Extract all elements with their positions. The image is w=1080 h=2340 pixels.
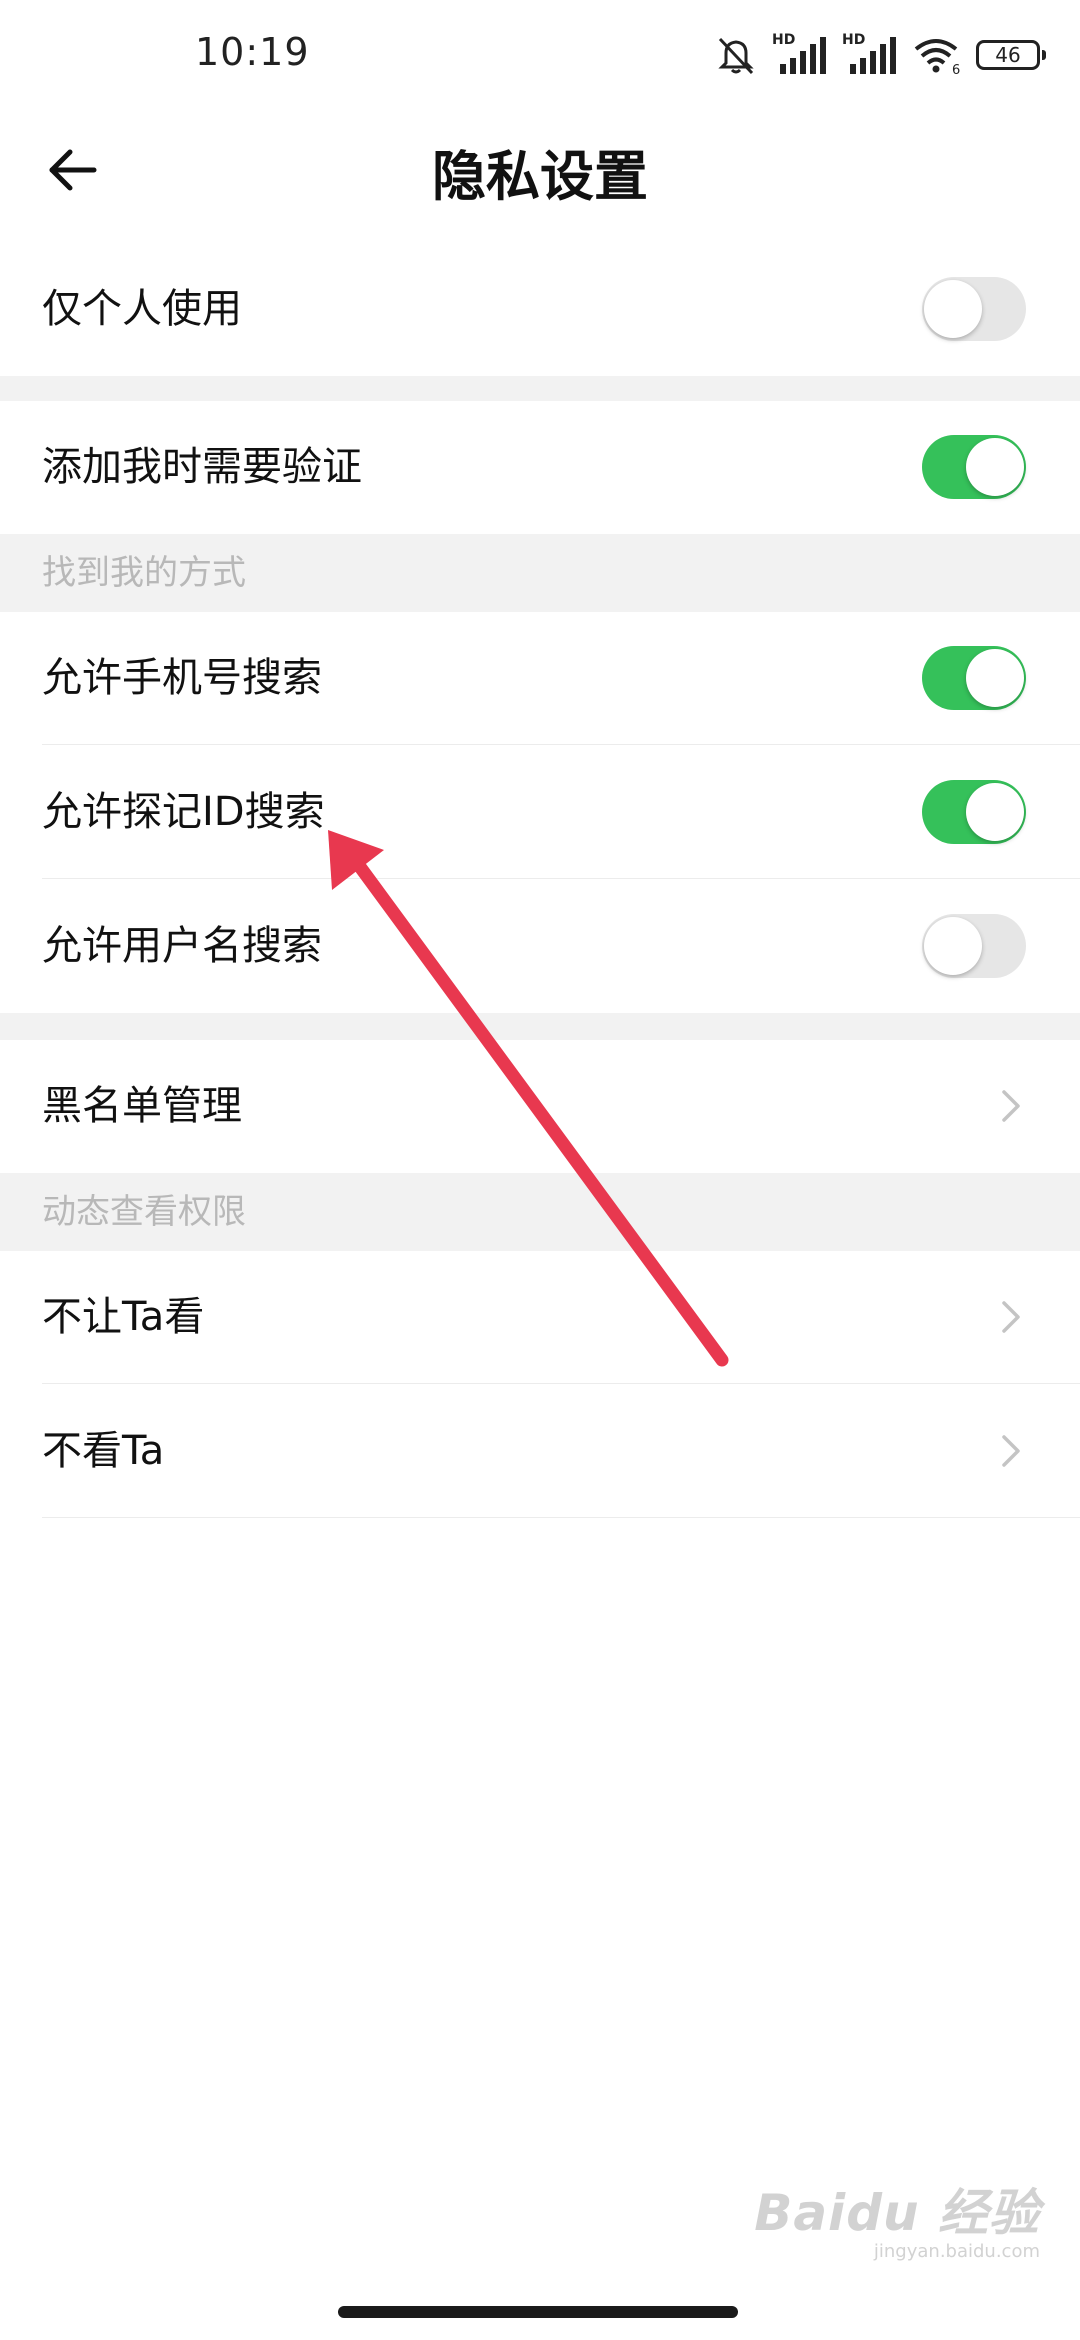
toggle-knob	[966, 783, 1024, 841]
section-gap	[0, 1013, 1080, 1040]
setting-row-add-verify[interactable]: 添加我时需要验证	[0, 401, 1080, 534]
setting-row-hide-from[interactable]: 不让Ta看	[0, 1251, 1080, 1384]
personal-use-toggle[interactable]	[922, 277, 1026, 341]
section-title: 动态查看权限	[42, 1192, 246, 1232]
hd-label: HD	[842, 32, 866, 48]
status-bar: 10:19 HD HD 6 46	[0, 0, 1080, 110]
setting-label: 不让Ta看	[42, 1294, 205, 1340]
watermark-brand: Baidu 经验	[754, 2184, 1040, 2242]
add-verify-toggle[interactable]	[922, 435, 1026, 499]
chevron-right-icon	[1002, 1435, 1020, 1467]
setting-row-blacklist[interactable]: 黑名单管理	[0, 1040, 1080, 1173]
chevron-right-icon	[1002, 1090, 1020, 1122]
status-icons: HD HD 6 46	[714, 32, 1046, 76]
setting-row-username-search[interactable]: 允许用户名搜索	[0, 880, 1080, 1013]
wifi-badge: 6	[952, 63, 960, 75]
setting-label: 不看Ta	[42, 1428, 165, 1474]
chevron-right-icon	[1002, 1301, 1020, 1333]
signal-icon: HD	[772, 32, 828, 76]
page-title: 隐私设置	[432, 145, 648, 208]
divider	[42, 878, 1080, 879]
username-search-toggle[interactable]	[922, 914, 1026, 978]
setting-label: 允许手机号搜索	[42, 655, 322, 701]
tanji-id-search-toggle[interactable]	[922, 780, 1026, 844]
hd-label: HD	[772, 32, 796, 48]
status-time: 10:19	[195, 30, 310, 74]
toggle-knob	[966, 649, 1024, 707]
setting-row-tanji-id-search[interactable]: 允许探记ID搜索	[0, 746, 1080, 879]
section-header-find-me: 找到我的方式	[0, 534, 1080, 612]
phone-search-toggle[interactable]	[922, 646, 1026, 710]
signal-icon: HD	[842, 32, 898, 76]
nav-bar: 隐私设置	[0, 110, 1080, 225]
wifi-icon: 6	[914, 39, 960, 75]
setting-row-personal-use[interactable]: 仅个人使用	[0, 243, 1080, 376]
setting-label: 添加我时需要验证	[42, 444, 362, 490]
section-header-moments-permissions: 动态查看权限	[0, 1173, 1080, 1251]
divider	[42, 1517, 1080, 1518]
section-title: 找到我的方式	[42, 553, 246, 593]
setting-row-phone-search[interactable]: 允许手机号搜索	[0, 612, 1080, 745]
setting-label: 允许探记ID搜索	[42, 789, 325, 835]
setting-label: 允许用户名搜索	[42, 923, 322, 969]
mute-icon	[718, 37, 754, 75]
toggle-knob	[966, 438, 1024, 496]
home-indicator[interactable]	[338, 2306, 738, 2318]
toggle-knob	[924, 917, 982, 975]
divider	[42, 744, 1080, 745]
setting-label: 黑名单管理	[42, 1083, 242, 1129]
setting-row-dont-see[interactable]: 不看Ta	[0, 1385, 1080, 1518]
divider	[42, 1383, 1080, 1384]
toggle-knob	[924, 280, 982, 338]
setting-label: 仅个人使用	[42, 286, 242, 332]
section-gap	[0, 376, 1080, 401]
battery-icon: 46	[976, 40, 1046, 70]
baidu-watermark: Baidu 经验 jingyan.baidu.com	[754, 2173, 1040, 2262]
